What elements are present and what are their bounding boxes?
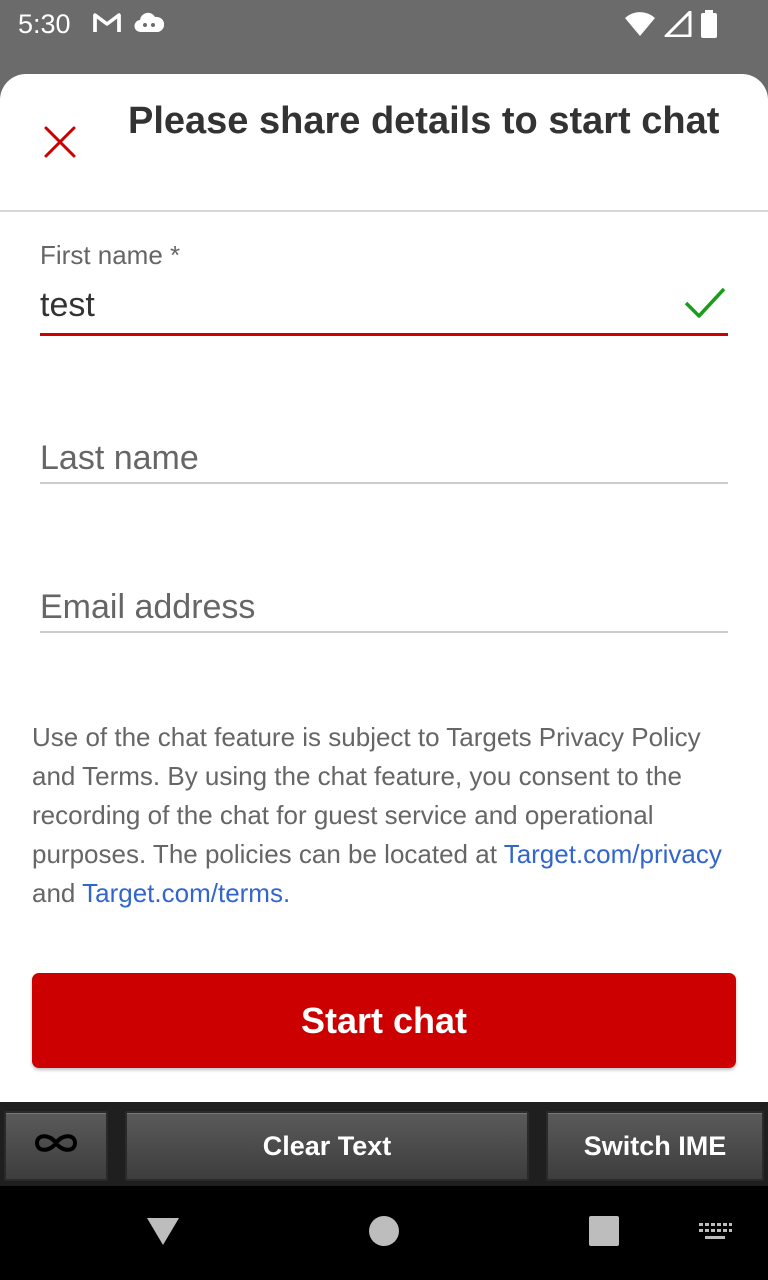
last-name-field[interactable]: Last name <box>40 434 728 486</box>
close-button[interactable] <box>36 120 84 168</box>
first-name-label: First name * <box>40 240 181 270</box>
start-chat-button[interactable]: Start chat <box>32 973 736 1068</box>
first-name-field[interactable]: First name * test <box>40 238 728 338</box>
keyboard-button[interactable] <box>692 1214 738 1254</box>
switch-ime-label: Switch IME <box>583 1130 727 1161</box>
battery-icon <box>700 10 718 43</box>
privacy-disclaimer: Use of the chat feature is subject to Ta… <box>32 718 732 913</box>
home-button[interactable] <box>359 1208 409 1258</box>
wifi-icon <box>624 11 656 42</box>
start-chat-label: Start chat <box>300 999 468 1041</box>
clear-text-button[interactable]: Clear Text <box>125 1111 529 1181</box>
disclaimer-and: and <box>32 878 83 908</box>
signal-icon <box>664 10 692 42</box>
email-placeholder[interactable]: Email address <box>40 588 255 627</box>
last-name-placeholder[interactable]: Last name <box>40 439 199 478</box>
status-right-icons <box>624 10 718 43</box>
sheet-title: Please share details to start chat <box>128 100 720 142</box>
chat-details-sheet: Please share details to start chat First… <box>0 74 768 1102</box>
email-field[interactable]: Email address <box>40 583 728 635</box>
back-button[interactable] <box>138 1208 188 1258</box>
first-name-underline <box>40 333 728 336</box>
navigation-bar <box>0 1186 768 1280</box>
close-icon <box>43 125 77 164</box>
recents-icon <box>589 1215 619 1251</box>
ime-toolbar: Clear Text Switch IME <box>0 1102 768 1186</box>
status-left-icons <box>92 10 165 41</box>
clear-text-label: Clear Text <box>262 1130 392 1161</box>
status-time: 5:30 <box>18 9 71 39</box>
privacy-link[interactable]: Target.com/privacy <box>504 839 722 869</box>
recents-button[interactable] <box>579 1208 629 1258</box>
switch-ime-button[interactable]: Switch IME <box>546 1111 764 1181</box>
cloud-icon <box>134 10 165 41</box>
email-underline <box>40 631 728 633</box>
home-icon <box>368 1215 400 1252</box>
last-name-underline <box>40 482 728 484</box>
status-bar: 5:30 <box>0 0 768 50</box>
infinity-button[interactable] <box>4 1111 108 1181</box>
gmail-icon <box>92 10 122 41</box>
checkmark-icon <box>684 286 726 325</box>
terms-link[interactable]: Target.com/terms. <box>82 878 290 908</box>
sheet-header: Please share details to start chat <box>0 74 768 212</box>
keyboard-icon <box>698 1222 732 1247</box>
first-name-value[interactable]: test <box>40 286 95 325</box>
back-icon <box>146 1216 180 1251</box>
infinity-icon <box>31 1131 81 1162</box>
